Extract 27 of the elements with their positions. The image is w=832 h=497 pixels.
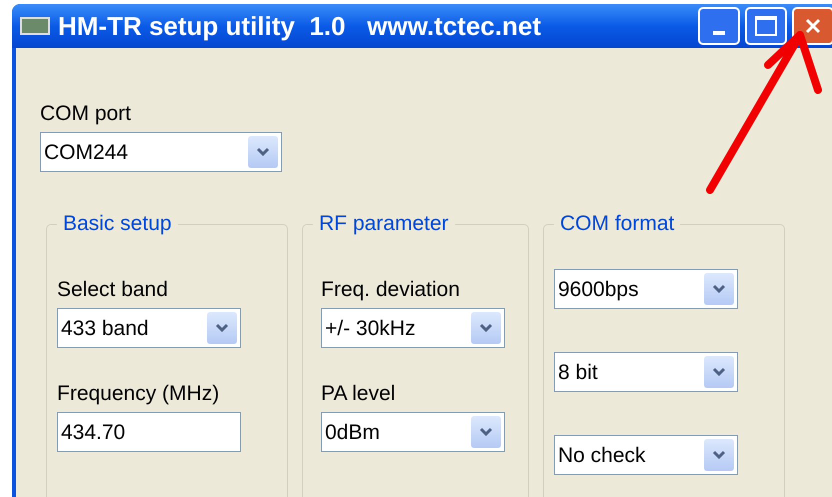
field-label: Select band xyxy=(57,279,169,300)
close-icon xyxy=(803,16,823,36)
app-icon xyxy=(20,17,50,35)
dropdown-value: 0dBm xyxy=(325,422,380,442)
group-legend: RF parameter xyxy=(313,213,455,234)
dropdown-value: 8 bit xyxy=(558,362,598,382)
frequency-input-field[interactable]: 434.70 xyxy=(57,412,241,452)
dropdown[interactable]: 0dBm xyxy=(321,412,505,452)
group-legend: Basic setup xyxy=(57,213,178,234)
field-label: Frequency (MHz) xyxy=(57,383,220,404)
field-label: PA level xyxy=(321,383,396,404)
dropdown-value: COM244 xyxy=(44,142,128,162)
dropdown-value: 9600bps xyxy=(558,278,639,300)
dropdown[interactable]: +/- 30kHz xyxy=(321,308,505,348)
dropdown[interactable]: COM244 xyxy=(40,132,282,172)
dropdown-value: 433 band xyxy=(61,318,149,338)
dropdown[interactable]: 9600bps xyxy=(554,269,738,309)
window-title: HM-TR setup utility 1.0 www.tctec.net xyxy=(58,13,541,39)
com-port-label: COM port xyxy=(40,103,132,124)
dropdown[interactable]: 8 bit xyxy=(554,352,738,392)
maximize-button[interactable] xyxy=(745,7,787,45)
dropdown[interactable]: No check xyxy=(554,435,738,475)
field-label: Freq. deviation xyxy=(321,279,461,300)
dropdown[interactable]: 433 band xyxy=(57,308,241,348)
minimize-button[interactable] xyxy=(698,7,740,45)
dropdown-value: +/- 30kHz xyxy=(325,318,416,338)
dropdown-value: No check xyxy=(558,444,646,466)
